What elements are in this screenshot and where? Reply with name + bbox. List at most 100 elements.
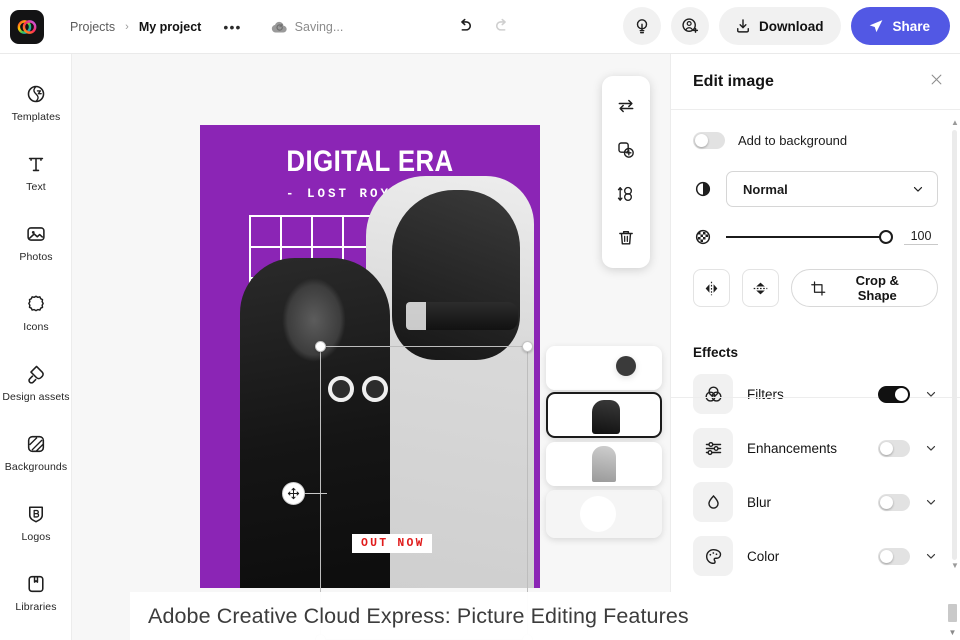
blur-expand-button[interactable] bbox=[924, 495, 938, 509]
flip-horizontal-button[interactable] bbox=[693, 269, 731, 307]
add-to-background-toggle[interactable] bbox=[693, 132, 725, 149]
undo-button[interactable] bbox=[450, 10, 480, 40]
opacity-checker-icon bbox=[695, 229, 711, 245]
blur-toggle[interactable] bbox=[878, 493, 910, 511]
blend-mode-select[interactable]: Normal bbox=[726, 171, 938, 207]
scroll-down-arrow-icon[interactable]: ▼ bbox=[951, 561, 959, 570]
artboard-title-text[interactable]: DIGITAL ERA bbox=[224, 147, 516, 177]
history-buttons bbox=[450, 10, 516, 40]
flip-vertical-button[interactable] bbox=[742, 269, 780, 307]
effect-label: Color bbox=[747, 548, 780, 564]
effect-row-blur[interactable]: Blur bbox=[693, 482, 938, 522]
sidebar-item-photos[interactable]: Photos bbox=[0, 208, 72, 278]
download-label: Download bbox=[758, 18, 824, 34]
delete-button[interactable] bbox=[602, 216, 650, 260]
breadcrumb-separator-icon: › bbox=[125, 20, 129, 33]
sidebar-label: Backgrounds bbox=[4, 461, 68, 473]
crop-and-shape-button[interactable]: Crop & Shape bbox=[791, 269, 938, 307]
sidebar-label: Text bbox=[26, 181, 46, 193]
trash-delete-icon bbox=[619, 230, 633, 245]
page-scroll-down-arrow-icon[interactable]: ▼ bbox=[947, 628, 958, 637]
download-button[interactable]: Download bbox=[718, 7, 842, 45]
chevron-down-icon bbox=[926, 553, 936, 559]
save-status-group: Saving... bbox=[270, 20, 343, 34]
sidebar-label: Libraries bbox=[15, 601, 57, 613]
layer-thumb-card bbox=[546, 442, 662, 486]
breadcrumb-current-project[interactable]: My project bbox=[139, 20, 202, 34]
layer-thumb-card-selected bbox=[546, 392, 662, 438]
redo-arrow-icon bbox=[495, 18, 506, 31]
add-to-background-label: Add to background bbox=[738, 133, 848, 148]
close-panel-button[interactable] bbox=[929, 72, 944, 91]
layer-thumb-badge bbox=[616, 356, 636, 376]
artboard[interactable]: DIGITAL ERA - LOST ROYALTY - OUT NOW bbox=[200, 125, 540, 588]
app-logo[interactable] bbox=[10, 9, 44, 44]
project-overflow-menu-button[interactable]: ••• bbox=[223, 20, 241, 34]
ideas-button[interactable] bbox=[622, 7, 661, 45]
add-to-background-row: Add to background bbox=[693, 132, 938, 149]
panel-body: Add to background Normal 100 Crop & Shap… bbox=[671, 110, 960, 640]
filters-expand-button[interactable] bbox=[924, 387, 938, 401]
enhancements-toggle[interactable] bbox=[878, 439, 910, 457]
sidebar-item-logos[interactable]: Logos bbox=[0, 488, 72, 558]
flip-vertical-icon bbox=[753, 282, 768, 294]
opacity-value-input[interactable]: 100 bbox=[904, 229, 938, 245]
duplicate-button[interactable] bbox=[602, 128, 650, 172]
redo-button[interactable] bbox=[486, 10, 516, 40]
text-t-icon bbox=[28, 157, 44, 172]
effect-label: Blur bbox=[747, 494, 772, 510]
opacity-slider[interactable] bbox=[726, 229, 893, 245]
woman-sunglasses bbox=[328, 376, 392, 402]
arrange-layers-icon bbox=[617, 186, 632, 202]
sidebar-label: Logos bbox=[21, 531, 51, 543]
panel-scrollbar-thumb[interactable] bbox=[952, 130, 957, 560]
object-floating-toolbar bbox=[602, 76, 650, 268]
color-expand-button[interactable] bbox=[924, 549, 938, 563]
replace-media-button[interactable] bbox=[602, 84, 650, 128]
crop-and-shape-label: Crop & Shape bbox=[855, 273, 899, 303]
move-handle[interactable] bbox=[282, 482, 305, 505]
add-collaborator-icon bbox=[682, 18, 699, 33]
backgrounds-hatch-icon bbox=[27, 435, 45, 453]
page-scrollbar[interactable]: ▼ bbox=[947, 604, 958, 638]
man-sunglasses bbox=[406, 302, 518, 330]
sidebar-item-design-assets[interactable]: Design assets bbox=[0, 348, 72, 418]
layer-thumbnail-overlay bbox=[546, 346, 666, 596]
out-now-badge[interactable]: OUT NOW bbox=[352, 534, 432, 553]
lightbulb-idea-icon bbox=[636, 19, 648, 34]
breadcrumb-projects[interactable]: Projects bbox=[70, 20, 115, 34]
chevron-down-icon bbox=[926, 445, 936, 451]
scroll-up-arrow-icon[interactable]: ▲ bbox=[951, 118, 959, 127]
sliders-adjust-icon bbox=[693, 428, 733, 468]
opacity-slider-knob[interactable] bbox=[879, 230, 893, 244]
photos-image-icon bbox=[27, 227, 45, 241]
icons-burst-icon bbox=[28, 295, 44, 312]
top-header-bar: Projects › My project ••• Saving... Down… bbox=[0, 0, 960, 54]
sidebar-item-templates[interactable]: Templates bbox=[0, 68, 72, 138]
layer-thumb-card bbox=[546, 346, 662, 390]
invite-collaborator-button[interactable] bbox=[670, 7, 709, 45]
opacity-slider-track bbox=[726, 236, 891, 238]
flip-horizontal-icon bbox=[705, 281, 718, 295]
effect-row-color[interactable]: Color bbox=[693, 536, 938, 576]
panel-scrollbar[interactable]: ▲ ▼ bbox=[951, 118, 959, 570]
move-cross-arrows-icon bbox=[287, 487, 300, 500]
sidebar-item-text[interactable]: Text bbox=[0, 138, 72, 208]
enhancements-expand-button[interactable] bbox=[924, 441, 938, 455]
color-toggle[interactable] bbox=[878, 547, 910, 565]
sidebar-item-backgrounds[interactable]: Backgrounds bbox=[0, 418, 72, 488]
header-actions: Download Share bbox=[622, 7, 950, 45]
sidebar-item-libraries[interactable]: Libraries bbox=[0, 558, 72, 628]
arrange-button[interactable] bbox=[602, 172, 650, 216]
share-button[interactable]: Share bbox=[851, 7, 950, 45]
caption-text: Adobe Creative Cloud Express: Picture Ed… bbox=[148, 603, 689, 628]
color-palette-icon bbox=[693, 536, 733, 576]
page-scrollbar-thumb[interactable] bbox=[948, 604, 957, 622]
effect-row-enhancements[interactable]: Enhancements bbox=[693, 428, 938, 468]
sidebar-item-icons[interactable]: Icons bbox=[0, 278, 72, 348]
sidebar-label: Templates bbox=[11, 111, 61, 123]
canvas-workspace[interactable]: DIGITAL ERA - LOST ROYALTY - OUT NOW bbox=[72, 54, 670, 640]
filters-toggle[interactable] bbox=[878, 385, 910, 403]
effect-row-filters[interactable]: Filters bbox=[693, 374, 938, 414]
left-sidebar: Templates Text Photos Icons Design asset… bbox=[0, 54, 72, 640]
